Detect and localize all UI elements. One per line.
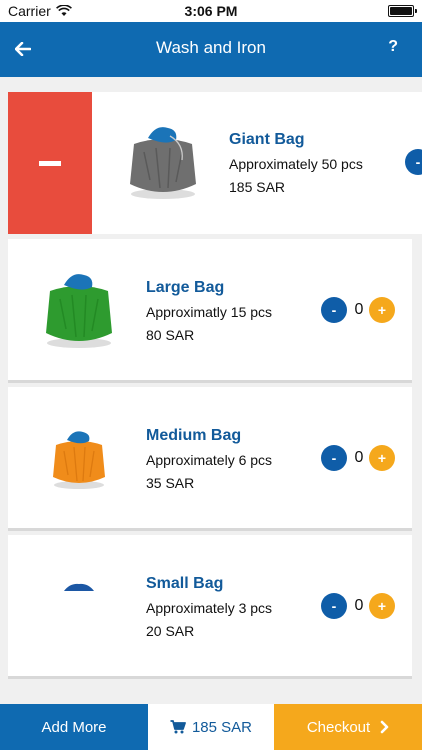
decrease-button[interactable]: -	[321, 445, 347, 471]
quantity-value: 0	[354, 449, 364, 466]
increase-button[interactable]: +	[369, 445, 395, 471]
quantity-value: 0	[354, 301, 364, 318]
bag-price: 35 SAR	[146, 475, 195, 491]
bag-card-small[interactable]: Small Bag Approximately 3 pcs 20 SAR - 0…	[8, 535, 412, 679]
status-time: 3:06 PM	[184, 3, 238, 19]
bag-price: 80 SAR	[146, 327, 195, 343]
decrease-button[interactable]: -	[321, 297, 347, 323]
bag-title: Large Bag	[146, 279, 225, 296]
bottom-bar: Add More 185 SAR Checkout	[0, 704, 422, 750]
small-bag-image	[64, 583, 94, 591]
checkout-button[interactable]: Checkout	[274, 704, 422, 750]
cart-icon	[170, 720, 186, 734]
help-button[interactable]: ?	[388, 38, 398, 56]
bag-price: 20 SAR	[146, 623, 195, 639]
medium-bag-image	[53, 431, 105, 489]
giant-bag-image	[130, 127, 196, 199]
bag-price: 185 SAR	[229, 179, 286, 195]
bag-description: Approximately 50 pcs	[229, 156, 363, 172]
cart-total[interactable]: 185 SAR	[148, 704, 274, 750]
add-more-button[interactable]: Add More	[0, 704, 148, 750]
bag-card-giant[interactable]: Giant Bag Approximately 50 pcs 185 SAR -	[92, 92, 422, 234]
minus-icon	[39, 160, 61, 166]
bag-card-large[interactable]: Large Bag Approximatly 15 pcs 80 SAR - 0…	[8, 239, 412, 383]
battery-icon	[388, 5, 417, 17]
bag-title: Small Bag	[146, 575, 224, 592]
bag-title: Giant Bag	[229, 131, 305, 148]
status-bar: Carrier 3:06 PM	[0, 0, 422, 22]
decrease-button[interactable]: -	[405, 149, 422, 175]
decrease-button[interactable]: -	[321, 593, 347, 619]
bag-card-medium[interactable]: Medium Bag Approximately 6 pcs 35 SAR - …	[8, 387, 412, 531]
increase-button[interactable]: +	[369, 297, 395, 323]
bag-description: Approximately 6 pcs	[146, 452, 273, 468]
bag-description: Approximatly 15 pcs	[146, 304, 273, 320]
quantity-value: 0	[354, 597, 364, 614]
delete-button[interactable]	[8, 92, 92, 234]
bag-description: Approximately 3 pcs	[146, 600, 273, 616]
nav-bar: Wash and Iron ?	[0, 22, 422, 77]
increase-button[interactable]: +	[369, 593, 395, 619]
cart-total-value: 185 SAR	[191, 718, 253, 736]
checkout-label: Checkout	[306, 718, 371, 736]
bag-title: Medium Bag	[146, 427, 242, 444]
chevron-right-icon	[380, 720, 389, 734]
large-bag-image	[46, 274, 112, 348]
page-title: Wash and Iron	[156, 38, 266, 57]
